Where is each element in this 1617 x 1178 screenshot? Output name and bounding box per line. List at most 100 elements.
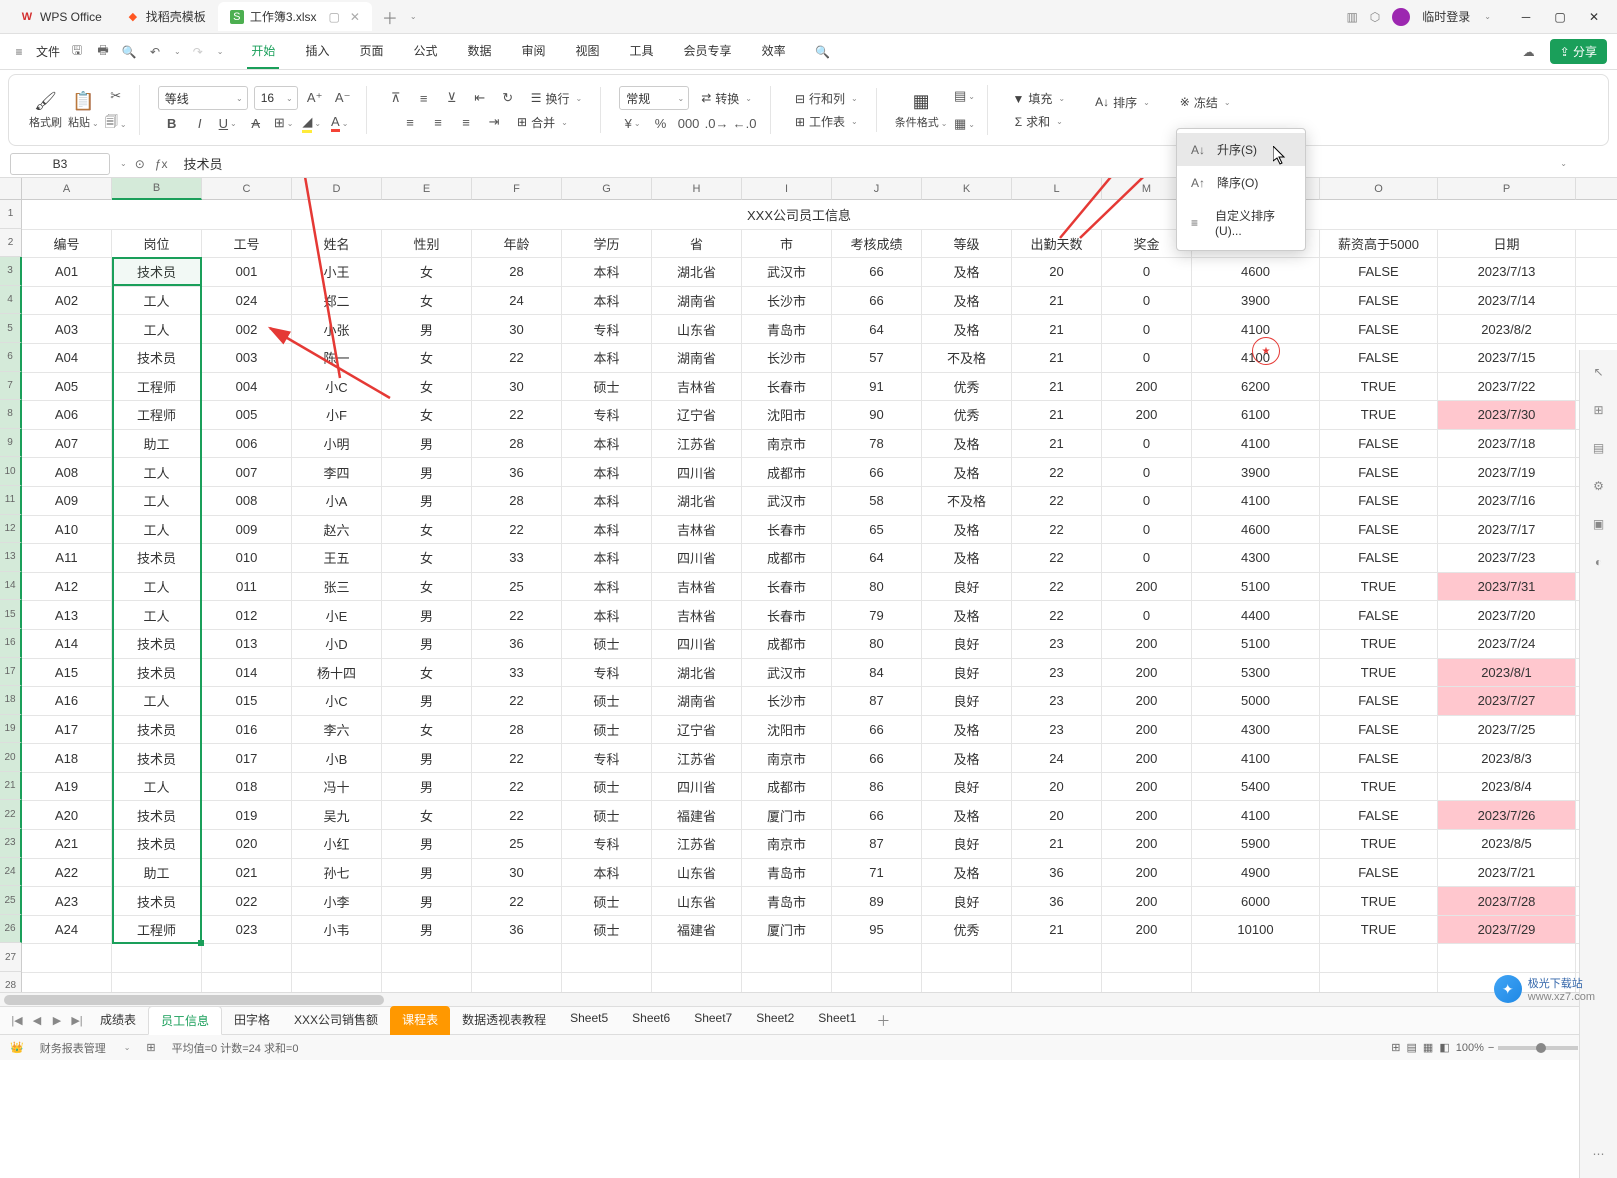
cell[interactable]: 青岛市 xyxy=(742,315,832,344)
cell[interactable] xyxy=(562,944,652,973)
cell[interactable]: 福建省 xyxy=(652,916,742,945)
cell[interactable]: 024 xyxy=(202,287,292,316)
cell[interactable]: 002 xyxy=(202,315,292,344)
cell[interactable]: 3900 xyxy=(1192,458,1320,487)
cell[interactable]: FALSE xyxy=(1320,344,1438,373)
cell[interactable]: 及格 xyxy=(922,258,1012,287)
cell[interactable]: 长春市 xyxy=(742,516,832,545)
cell[interactable]: 性别 xyxy=(382,230,472,259)
cell[interactable]: 不及格 xyxy=(922,344,1012,373)
sheet-tab-8[interactable]: Sheet7 xyxy=(682,1006,744,1035)
cell[interactable]: 及格 xyxy=(922,744,1012,773)
cell[interactable]: 4300 xyxy=(1192,716,1320,745)
cell[interactable]: A19 xyxy=(22,773,112,802)
cell[interactable]: 市 xyxy=(742,230,832,259)
cell[interactable]: 2023/7/22 xyxy=(1438,373,1576,402)
sheet-tab-5[interactable]: 数据透视表教程 xyxy=(450,1006,558,1035)
italic-icon[interactable]: I xyxy=(189,112,211,134)
cell[interactable]: 30 xyxy=(472,859,562,888)
maximize-button[interactable]: ▢ xyxy=(1545,5,1575,29)
sort-button[interactable]: A↓ 排序⌄ xyxy=(1089,92,1156,113)
nav-prev-icon[interactable]: ◀ xyxy=(28,1012,46,1030)
cell[interactable]: 南京市 xyxy=(742,744,832,773)
cell[interactable]: 22 xyxy=(472,773,562,802)
cell[interactable]: 四川省 xyxy=(652,544,742,573)
cell[interactable]: 工程师 xyxy=(112,401,202,430)
cell[interactable]: A08 xyxy=(22,458,112,487)
cell[interactable]: 硕士 xyxy=(562,773,652,802)
cell[interactable]: 湖南省 xyxy=(652,287,742,316)
cell[interactable]: 长沙市 xyxy=(742,287,832,316)
cell[interactable]: 四川省 xyxy=(652,773,742,802)
cell[interactable]: 江苏省 xyxy=(652,830,742,859)
row-header-24[interactable]: 24 xyxy=(0,858,22,887)
cell[interactable]: 6100 xyxy=(1192,401,1320,430)
cell[interactable]: 2023/7/24 xyxy=(1438,630,1576,659)
file-menu[interactable]: 文件 xyxy=(36,43,60,60)
cell[interactable]: 张三 xyxy=(292,573,382,602)
cell[interactable]: 姓名 xyxy=(292,230,382,259)
cell[interactable]: FALSE xyxy=(1320,516,1438,545)
cell[interactable]: 36 xyxy=(472,916,562,945)
row-header-3[interactable]: 3 xyxy=(0,257,22,286)
cell[interactable]: 日期 xyxy=(1438,230,1576,259)
cell[interactable]: 22 xyxy=(472,744,562,773)
sheet-tab-10[interactable]: Sheet1 xyxy=(806,1006,868,1035)
cell[interactable]: 四川省 xyxy=(652,458,742,487)
col-header-J[interactable]: J xyxy=(832,178,922,200)
cell[interactable]: 0 xyxy=(1102,258,1192,287)
row-header-6[interactable]: 6 xyxy=(0,343,22,372)
cell[interactable]: 女 xyxy=(382,344,472,373)
cell[interactable]: 学历 xyxy=(562,230,652,259)
panel-icon-1[interactable]: ⊞ xyxy=(1589,400,1609,420)
layout-icon[interactable]: ⊞ xyxy=(146,1041,155,1054)
cell[interactable] xyxy=(922,944,1012,973)
row-header-18[interactable]: 18 xyxy=(0,686,22,715)
row-header-16[interactable]: 16 xyxy=(0,629,22,658)
cell[interactable]: 及格 xyxy=(922,430,1012,459)
cell[interactable]: FALSE xyxy=(1320,487,1438,516)
cell[interactable]: 南京市 xyxy=(742,430,832,459)
cell[interactable]: A14 xyxy=(22,630,112,659)
cell[interactable] xyxy=(1012,944,1102,973)
cell[interactable]: 优秀 xyxy=(922,401,1012,430)
wrap-button[interactable]: ☰ 换行⌄ xyxy=(525,88,588,109)
view-page-icon[interactable]: ▤ xyxy=(1407,1041,1417,1054)
cell[interactable]: 薪资高于5000 xyxy=(1320,230,1438,259)
cell[interactable]: 2023/8/4 xyxy=(1438,773,1576,802)
cell[interactable]: 辽宁省 xyxy=(652,401,742,430)
name-box-chevron-icon[interactable]: ⌄ xyxy=(120,159,127,168)
cell[interactable]: 89 xyxy=(832,887,922,916)
col-header-D[interactable]: D xyxy=(292,178,382,200)
cell[interactable]: 3900 xyxy=(1192,287,1320,316)
cell[interactable]: 2023/8/2 xyxy=(1438,315,1576,344)
cell[interactable]: 23 xyxy=(1012,716,1102,745)
col-header-F[interactable]: F xyxy=(472,178,562,200)
cell[interactable]: 28 xyxy=(472,716,562,745)
sheet-tab-0[interactable]: 成绩表 xyxy=(88,1006,148,1035)
cell[interactable]: 019 xyxy=(202,801,292,830)
cell[interactable]: 58 xyxy=(832,487,922,516)
app-icon[interactable]: ▥ xyxy=(1346,10,1357,24)
cell[interactable]: TRUE xyxy=(1320,401,1438,430)
cell[interactable]: 023 xyxy=(202,916,292,945)
cell[interactable]: 及格 xyxy=(922,315,1012,344)
sheet-tab-7[interactable]: Sheet6 xyxy=(620,1006,682,1035)
cell[interactable]: 90 xyxy=(832,401,922,430)
comma-icon[interactable]: 000 xyxy=(678,112,700,134)
row-header-25[interactable]: 25 xyxy=(0,886,22,915)
cell[interactable]: 男 xyxy=(382,458,472,487)
cell[interactable]: 5400 xyxy=(1192,773,1320,802)
cell[interactable]: 22 xyxy=(472,687,562,716)
sort-desc-item[interactable]: A↑ 降序(O) xyxy=(1177,166,1305,199)
cell[interactable]: 21 xyxy=(1012,315,1102,344)
cell[interactable]: 工人 xyxy=(112,687,202,716)
cell[interactable]: 山东省 xyxy=(652,315,742,344)
cell[interactable]: 工人 xyxy=(112,773,202,802)
menu-item-4[interactable]: 数据 xyxy=(463,34,495,69)
cell[interactable]: 小韦 xyxy=(292,916,382,945)
zoom-value[interactable]: 100% xyxy=(1456,1042,1484,1054)
cell[interactable]: 技术员 xyxy=(112,630,202,659)
cell[interactable]: 长沙市 xyxy=(742,687,832,716)
cell[interactable]: 86 xyxy=(832,773,922,802)
